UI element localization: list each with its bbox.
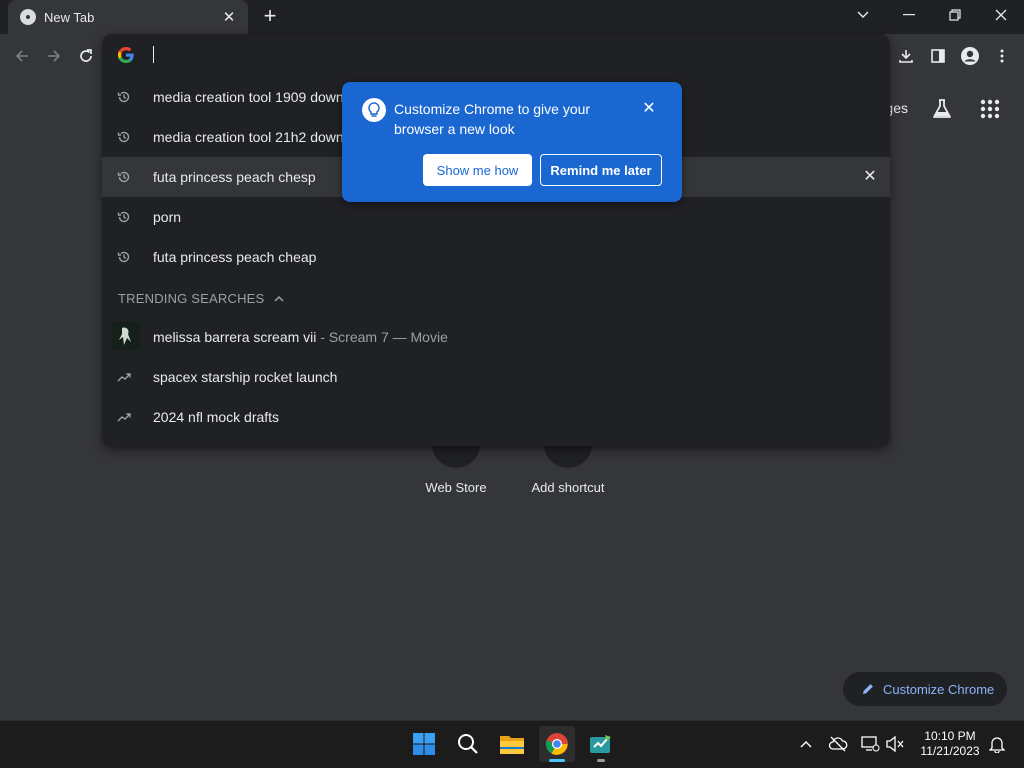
restore-icon: [949, 9, 961, 21]
tab-new-tab[interactable]: New Tab ✕: [8, 0, 248, 34]
address-bar[interactable]: [102, 34, 890, 76]
google-apps-button[interactable]: [978, 97, 1002, 121]
minimize-icon: [903, 14, 915, 16]
arrow-left-icon: [15, 50, 28, 62]
trending-text: spacex starship rocket launch: [153, 369, 338, 385]
reload-icon: [80, 49, 92, 62]
profile-icon: [961, 47, 979, 65]
chevron-down-icon: [857, 11, 869, 18]
trending-searches-header[interactable]: TRENDING SEARCHES: [118, 291, 284, 306]
volume-button[interactable]: [884, 733, 906, 755]
customize-chrome-label: Customize Chrome: [883, 681, 995, 697]
network-icon: [861, 736, 880, 752]
history-icon: [116, 169, 132, 185]
trending-header-label: TRENDING SEARCHES: [118, 291, 265, 306]
suggestion-item[interactable]: futa princess peach cheap: [102, 237, 890, 277]
show-hidden-icons-button[interactable]: [795, 733, 817, 755]
download-icon: [899, 50, 913, 63]
network-button[interactable]: [859, 733, 881, 755]
file-explorer-button[interactable]: [494, 726, 530, 762]
search-button[interactable]: [450, 726, 486, 762]
chrome-taskbar-button[interactable]: [539, 726, 575, 762]
back-button[interactable]: [10, 44, 34, 68]
lightbulb-icon: [362, 98, 386, 122]
bell-icon: [989, 737, 1005, 753]
trending-item[interactable]: melissa barrera scream vii - Scream 7 — …: [102, 317, 890, 357]
suggestion-text: futa princess peach cheap: [153, 249, 317, 265]
cloud-offline-icon: [828, 736, 848, 752]
google-icon: [118, 47, 134, 63]
clock-date: 11/21/2023: [920, 744, 980, 758]
apps-grid-icon: [980, 99, 1000, 119]
chevron-up-icon: [800, 741, 812, 748]
history-icon: [116, 209, 132, 225]
new-tab-button[interactable]: +: [258, 5, 282, 29]
history-icon: [116, 129, 132, 145]
windows-icon: [413, 733, 435, 755]
suggestion-item[interactable]: porn: [102, 197, 890, 237]
text-caret: [153, 46, 154, 63]
side-panel-icon: [931, 49, 945, 63]
clock-time: 10:10 PM: [924, 729, 976, 743]
chrome-icon: [545, 733, 568, 755]
suggestion-text: media creation tool 21h2 down: [153, 129, 344, 145]
arrow-right-icon: [48, 50, 61, 62]
omnibox-input[interactable]: [153, 45, 853, 65]
notifications-button[interactable]: [986, 733, 1008, 755]
trending-item[interactable]: spacex starship rocket launch: [102, 357, 890, 397]
trending-up-icon: [116, 409, 132, 425]
shortcut-label: Web Store: [425, 480, 487, 495]
trending-text: melissa barrera scream vii - Scream 7 — …: [153, 329, 448, 345]
system-clock[interactable]: 10:10 PM 11/21/2023: [910, 729, 990, 759]
trending-up-icon: [116, 369, 132, 385]
shortcut-label: Add shortcut: [531, 480, 605, 495]
menu-button[interactable]: [990, 44, 1014, 68]
folder-icon: [500, 736, 524, 754]
remove-suggestion-button[interactable]: ✕: [862, 169, 878, 185]
close-window-button[interactable]: [978, 0, 1024, 30]
onedrive-button[interactable]: [827, 733, 849, 755]
history-icon: [116, 249, 132, 265]
tab-search-button[interactable]: [840, 0, 886, 30]
forward-button[interactable]: [42, 44, 66, 68]
profile-button[interactable]: [958, 44, 982, 68]
chrome-icon: [20, 9, 36, 25]
more-vertical-icon: [1000, 49, 1004, 63]
downloads-button[interactable]: [894, 44, 918, 68]
suggestion-text: porn: [153, 209, 182, 225]
customize-chrome-promo: Customize Chrome to give your browser a …: [342, 82, 682, 202]
flask-icon: [933, 99, 951, 118]
close-tab-button[interactable]: ✕: [220, 8, 238, 26]
labs-button[interactable]: [930, 97, 954, 121]
close-icon: [995, 9, 1007, 21]
app-icon: [590, 735, 611, 753]
search-icon: [458, 734, 478, 754]
chevron-up-icon: [274, 295, 284, 302]
suggestion-text: media creation tool 1909 down: [153, 89, 344, 105]
reload-button[interactable]: [74, 44, 98, 68]
pencil-icon: [863, 684, 873, 694]
app-taskbar-button[interactable]: [583, 726, 619, 762]
trending-item[interactable]: 2024 nfl mock drafts: [102, 397, 890, 437]
tab-title: New Tab: [44, 9, 95, 25]
history-icon: [116, 89, 132, 105]
side-panel-button[interactable]: [926, 44, 950, 68]
active-indicator: [549, 759, 565, 762]
promo-text: Customize Chrome to give your browser a …: [394, 101, 591, 137]
restore-button[interactable]: [932, 0, 978, 30]
tab-strip: New Tab ✕ +: [0, 0, 1024, 34]
minimize-button[interactable]: [886, 0, 932, 30]
volume-muted-icon: [886, 736, 904, 752]
running-indicator: [597, 759, 605, 762]
trending-text: 2024 nfl mock drafts: [153, 409, 280, 425]
suggestion-text: futa princess peach chesp: [153, 169, 316, 185]
close-promo-button[interactable]: ✕: [640, 100, 658, 118]
remind-me-later-button[interactable]: Remind me later: [540, 154, 662, 186]
show-me-how-button[interactable]: Show me how: [423, 154, 532, 186]
customize-chrome-button[interactable]: Customize Chrome: [843, 672, 1007, 706]
start-button[interactable]: [406, 726, 442, 762]
